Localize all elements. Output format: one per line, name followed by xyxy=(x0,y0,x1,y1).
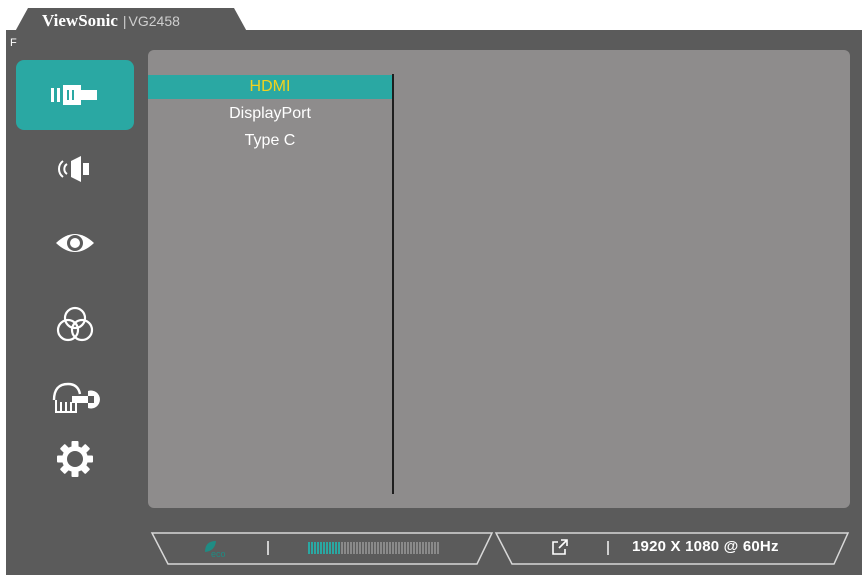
brand-separator: | xyxy=(122,13,127,29)
eco-level-tick xyxy=(308,542,310,554)
eco-level-tick xyxy=(311,542,313,554)
brand-name: ViewSonic xyxy=(42,11,118,30)
model-name: VG2458 xyxy=(128,13,180,29)
eco-level-tick xyxy=(380,542,382,554)
eco-level-tick xyxy=(314,542,316,554)
eco-level-tick xyxy=(344,542,346,554)
resolution-readout: 1920 X 1080 @ 60Hz xyxy=(632,538,779,555)
hand-wrench-icon xyxy=(52,382,100,413)
eco-level-tick xyxy=(413,542,415,554)
eco-level-tick xyxy=(428,542,430,554)
color-circles-icon xyxy=(56,306,94,342)
eco-level-tick xyxy=(347,542,349,554)
eco-level-bar xyxy=(308,542,439,554)
eco-level-tick xyxy=(368,542,370,554)
eco-level-tick xyxy=(320,542,322,554)
eco-level-tick xyxy=(353,542,355,554)
eco-level-tick xyxy=(437,542,439,554)
eco-level-tick xyxy=(431,542,433,554)
eco-level-tick xyxy=(383,542,385,554)
eco-level-tick xyxy=(350,542,352,554)
gear-icon xyxy=(57,441,93,477)
eco-level-tick xyxy=(371,542,373,554)
eco-level-tick xyxy=(341,542,343,554)
brand-title: ViewSonic | VG2458 xyxy=(42,10,180,32)
eco-level-tick xyxy=(362,542,364,554)
eco-level-tick xyxy=(359,542,361,554)
eco-level-tick xyxy=(338,542,340,554)
input-connector-icon xyxy=(51,85,97,105)
eco-level-tick xyxy=(326,542,328,554)
eco-level-tick xyxy=(416,542,418,554)
eco-level-tick xyxy=(422,542,424,554)
eco-level-tick xyxy=(398,542,400,554)
eco-level-tick xyxy=(374,542,376,554)
eco-level-tick xyxy=(317,542,319,554)
eco-level-tick xyxy=(377,542,379,554)
nav-item-view-mode[interactable] xyxy=(16,208,134,278)
eco-level-tick xyxy=(410,542,412,554)
status-separator xyxy=(607,541,609,555)
eco-level-tick xyxy=(404,542,406,554)
eco-level-tick xyxy=(419,542,421,554)
eco-level-tick xyxy=(395,542,397,554)
eco-level-tick xyxy=(401,542,403,554)
eco-level-tick xyxy=(389,542,391,554)
eco-level-tick xyxy=(335,542,337,554)
nav-item-input-select[interactable] xyxy=(16,60,134,130)
external-link-icon xyxy=(552,539,568,555)
eye-icon xyxy=(56,234,94,252)
nav-item-manual-adjust[interactable] xyxy=(16,362,134,432)
submenu-item-displayport[interactable]: DisplayPort xyxy=(148,102,392,126)
submenu-item-hdmi[interactable]: HDMI xyxy=(148,75,392,99)
nav-item-audio[interactable] xyxy=(16,134,134,204)
eco-level-tick xyxy=(332,542,334,554)
hotkey-label: F xyxy=(10,37,17,49)
eco-level-tick xyxy=(365,542,367,554)
eco-level-tick xyxy=(329,542,331,554)
submenu-item-type-c[interactable]: Type C xyxy=(148,129,392,153)
eco-leaf-icon: eco xyxy=(205,541,226,558)
svg-text:eco: eco xyxy=(211,549,226,558)
status-separator xyxy=(267,541,269,555)
eco-level-tick xyxy=(386,542,388,554)
eco-level-tick xyxy=(407,542,409,554)
eco-level-tick xyxy=(323,542,325,554)
submenu-divider xyxy=(392,74,394,494)
nav-item-setup[interactable] xyxy=(16,424,134,494)
eco-level-tick xyxy=(392,542,394,554)
eco-level-tick xyxy=(356,542,358,554)
nav-item-color[interactable] xyxy=(16,290,134,360)
eco-level-tick xyxy=(425,542,427,554)
speaker-icon xyxy=(58,156,89,182)
eco-level-tick xyxy=(434,542,436,554)
